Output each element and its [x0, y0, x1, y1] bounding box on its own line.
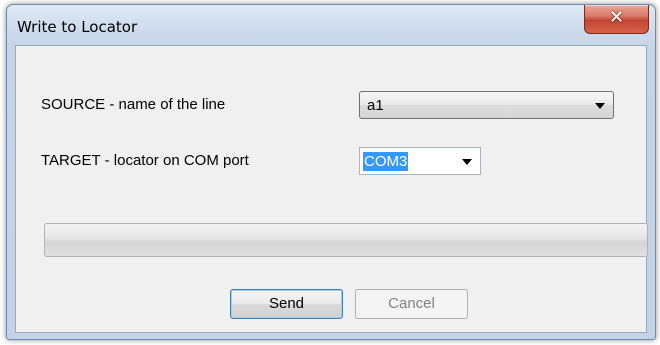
target-com-port-value[interactable]: COM3 — [363, 152, 409, 171]
source-label: SOURCE - name of the line — [41, 96, 226, 113]
close-button[interactable]: ✕ — [584, 5, 649, 34]
close-icon: ✕ — [608, 7, 625, 28]
target-label: TARGET - locator on COM port — [41, 152, 249, 169]
send-button[interactable]: Send — [230, 289, 343, 319]
chevron-down-icon — [595, 103, 605, 109]
source-line-dropdown[interactable]: a1 — [359, 91, 614, 119]
source-line-value: a1 — [367, 97, 384, 114]
target-com-port-dropdown[interactable]: COM3 — [359, 147, 481, 175]
write-progress-bar — [44, 223, 648, 257]
cancel-button[interactable]: Cancel — [355, 289, 468, 319]
write-to-locator-dialog: Write to Locator ✕ SOURCE - name of the … — [6, 4, 656, 340]
dialog-body: SOURCE - name of the line a1 TARGET - lo… — [15, 45, 648, 333]
title-bar[interactable]: Write to Locator ✕ — [7, 5, 655, 45]
window-title: Write to Locator — [17, 18, 138, 36]
chevron-down-icon — [462, 159, 472, 165]
